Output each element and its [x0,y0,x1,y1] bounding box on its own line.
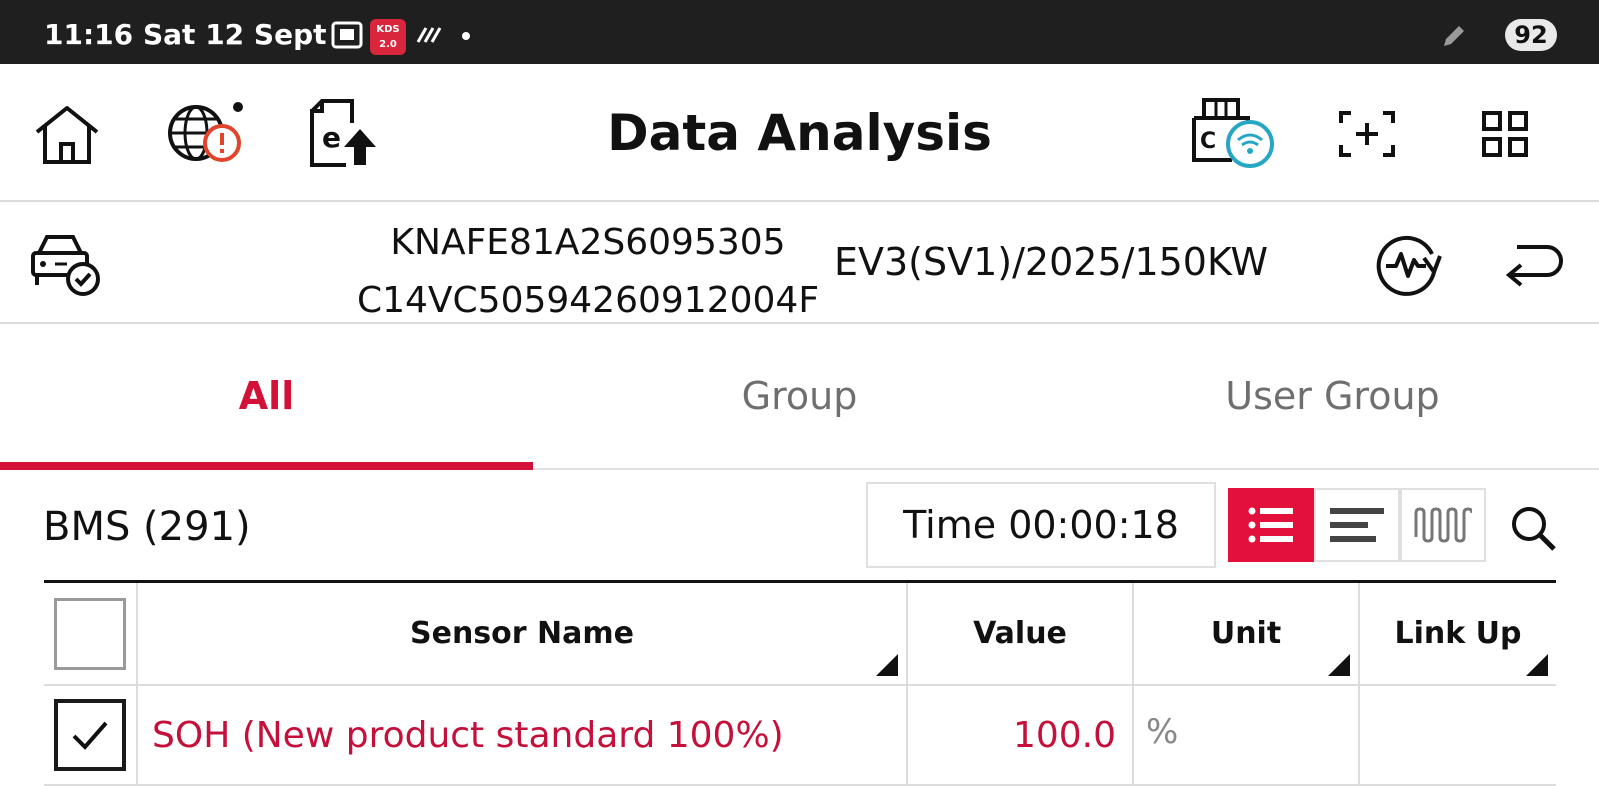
bar-view-icon [1330,508,1384,542]
waveform-refresh-icon [1376,235,1442,296]
table-row[interactable]: SOH (New product standard 100%) 100.0 % [44,686,1556,786]
graph-view-button[interactable] [1400,488,1486,562]
row-select-cell [44,686,138,784]
sensor-name-cell: SOH (New product standard 100%) [138,686,908,784]
vci-connection-button[interactable]: C [1186,94,1276,174]
data-hatch-icon [414,22,444,50]
notification-dot-icon [462,32,470,40]
wave-view-icon [1414,507,1472,543]
bar-view-button[interactable] [1314,488,1400,562]
screenshot-notification-icon [330,20,364,54]
screenshot-icon [1339,111,1395,157]
system-group-label: BMS (291) [43,504,251,550]
vehicle-identifiers: KNAFE81A2S6095305 C14VC50594260912004F [348,214,828,330]
search-icon [1512,507,1556,551]
tab-all[interactable]: All [0,324,533,470]
back-button[interactable] [1490,224,1580,304]
column-link-up[interactable]: Link Up [1360,583,1556,684]
sort-indicator-icon [1328,654,1350,676]
return-arrow-icon [1505,245,1563,287]
vehicle-status-button[interactable] [20,224,110,304]
battery-level: 92 [1505,19,1557,51]
vehicle-model: EV3(SV1)/2025/150KW [834,240,1269,284]
select-all-checkbox[interactable] [54,597,126,670]
status-bar: 11:16 Sat 12 Sept KDS 2.0 92 [0,0,1599,64]
kds-app-icon: KDS 2.0 [370,19,406,55]
data-toolbar: BMS (291) Time 00:00:18 [0,472,1599,582]
sort-indicator-icon [1526,654,1548,676]
sensor-value-cell: 100.0 [908,686,1134,784]
svg-text:C: C [1200,129,1216,154]
row-checkbox[interactable] [54,699,126,771]
grid-menu-button[interactable] [1460,94,1550,174]
column-value: Value [908,583,1134,684]
column-label: Value [973,616,1067,651]
car-check-icon [31,235,100,296]
app-bar: e Data Analysis C [0,64,1599,202]
tab-bar: All Group User Group [0,324,1599,470]
vci-wifi-icon: C [1192,98,1274,168]
sort-indicator-icon [876,654,898,676]
status-date: Sat 12 Sept [143,18,327,51]
checkmark-icon [72,721,108,750]
elapsed-time-display: Time 00:00:18 [866,482,1216,568]
grid-menu-icon [1482,111,1528,157]
column-label: Sensor Name [410,616,634,651]
vin-number: KNAFE81A2S6095305 [390,222,786,263]
table-header: Sensor Name Value Unit Link Up [44,580,1556,686]
vci-serial: C14VC50594260912004F [356,280,820,321]
search-button[interactable] [1505,500,1561,556]
sensor-unit-cell: % [1134,686,1360,784]
sensor-link-up-cell[interactable] [1360,686,1556,784]
column-sensor-name[interactable]: Sensor Name [138,583,908,684]
screen-capture-button[interactable] [1322,94,1412,174]
sensor-table: Sensor Name Value Unit Link Up SOH (New … [44,580,1556,786]
list-view-icon [1248,507,1293,543]
vehicle-info-bar: KNAFE81A2S6095305 C14VC50594260912004F E… [0,202,1599,324]
tab-group[interactable]: Group [533,324,1066,468]
select-all-cell [44,583,138,684]
sync-data-button[interactable] [1364,224,1454,304]
column-unit[interactable]: Unit [1134,583,1360,684]
column-label: Unit [1210,616,1282,651]
column-label: Link Up [1394,616,1522,651]
list-view-button[interactable] [1228,488,1314,562]
pen-icon [1440,22,1468,54]
tab-user-group[interactable]: User Group [1066,324,1599,468]
status-time: 11:16 [44,18,134,51]
